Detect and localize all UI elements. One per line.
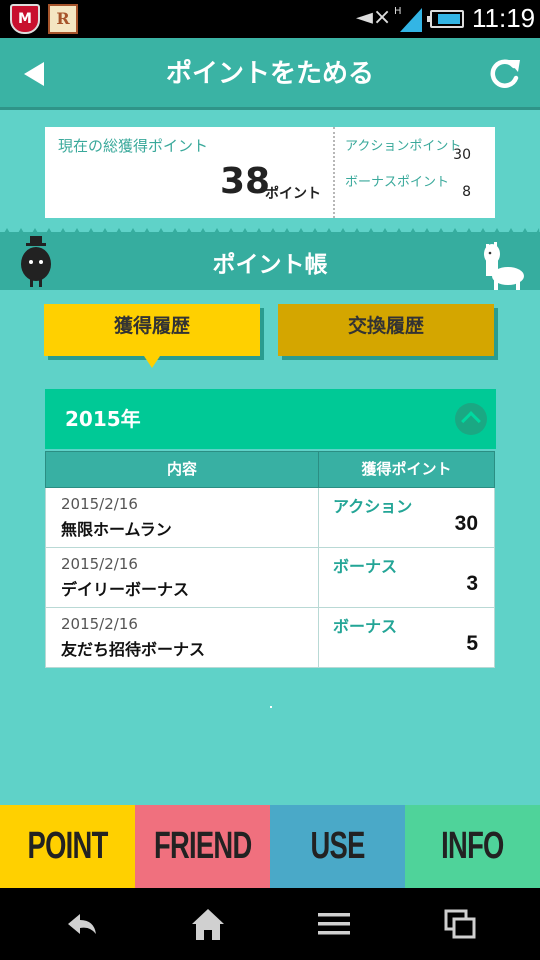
cell-divider (318, 548, 319, 607)
year-label: 2015年 (65, 407, 141, 431)
page-title: ポイントをためる (165, 59, 374, 89)
network-type-label: H (394, 6, 402, 17)
total-points-value: 38 (220, 161, 271, 202)
mcafee-icon: M (10, 4, 40, 34)
system-home-icon[interactable] (188, 906, 228, 942)
signal-icon: H (394, 6, 422, 32)
nav-tab-use[interactable]: USE (270, 805, 405, 888)
table-row: 2015/2/16 友だち招待ボーナス ボーナス 5 (45, 608, 495, 668)
row-points: 3 (466, 572, 478, 595)
row-title: デイリーボーナス (61, 580, 190, 599)
app-header: ポイントをためる (0, 38, 540, 110)
battery-icon (427, 10, 464, 28)
column-header-content: 内容 (166, 460, 197, 478)
history-table: 内容 獲得ポイント 2015/2/16 無限ホームラン アクション 30 201… (45, 451, 495, 668)
row-date: 2015/2/16 (61, 555, 138, 573)
nav-tab-friend-label: FRIEND (153, 825, 252, 867)
row-points: 5 (466, 632, 478, 655)
system-recent-apps-icon[interactable] (440, 906, 480, 942)
point-book-title: ポイント帳 (212, 252, 328, 278)
column-header-points: 獲得ポイント (318, 452, 494, 487)
cell-divider (318, 488, 319, 547)
refresh-icon[interactable] (484, 54, 524, 94)
tab-exchange-history[interactable]: 交換履歴 (278, 304, 494, 356)
back-arrow-icon[interactable] (22, 58, 52, 90)
r-app-icon: R (48, 4, 78, 34)
row-title: 無限ホームラン (61, 520, 172, 539)
total-points-unit: ポイント (265, 186, 321, 202)
clock: 11:19 (472, 3, 536, 33)
system-menu-icon[interactable] (314, 906, 354, 942)
mute-icon: ◄× (356, 5, 392, 30)
row-date: 2015/2/16 (61, 495, 138, 513)
nav-tab-point-label: POINT (27, 825, 108, 867)
action-points-value: 30 (453, 147, 471, 163)
summary-divider (333, 127, 335, 218)
nav-tab-friend[interactable]: FRIEND (135, 805, 270, 888)
total-points-label: 現在の総獲得ポイント (58, 137, 209, 155)
chevron-up-icon[interactable] (455, 403, 487, 435)
table-row: 2015/2/16 無限ホームラン アクション 30 (45, 488, 495, 548)
row-points: 30 (454, 512, 478, 535)
system-back-icon[interactable] (62, 906, 102, 942)
table-row: 2015/2/16 デイリーボーナス ボーナス 3 (45, 548, 495, 608)
tab-earned-history[interactable]: 獲得履歴 (44, 304, 260, 368)
system-nav-bar (0, 888, 540, 960)
nav-tab-info-label: INFO (441, 825, 504, 867)
table-header: 内容 獲得ポイント (45, 451, 495, 488)
nav-tab-info[interactable]: INFO (405, 805, 540, 888)
black-mascot-icon (21, 236, 51, 287)
row-title: 友だち招待ボーナス (61, 640, 206, 659)
cell-divider (318, 608, 319, 667)
nav-tab-point[interactable]: POINT (0, 805, 135, 888)
year-section-header[interactable]: 2015年 (45, 389, 496, 449)
bonus-points-value: 8 (462, 184, 471, 200)
row-date: 2015/2/16 (61, 615, 138, 633)
nav-tab-use-label: USE (310, 825, 365, 867)
row-point-type: ボーナス (333, 557, 398, 576)
row-point-type: アクション (333, 497, 413, 516)
bottom-nav: POINT FRIEND USE INFO (0, 805, 540, 888)
alpaca-mascot-icon (484, 242, 524, 290)
status-bar: M R ◄× H 11:19 (0, 0, 540, 38)
decorative-dot (270, 706, 272, 708)
points-summary-card: 現在の総獲得ポイント 38 ポイント アクションポイント 30 ボーナスポイント… (45, 127, 495, 218)
row-point-type: ボーナス (333, 617, 398, 636)
